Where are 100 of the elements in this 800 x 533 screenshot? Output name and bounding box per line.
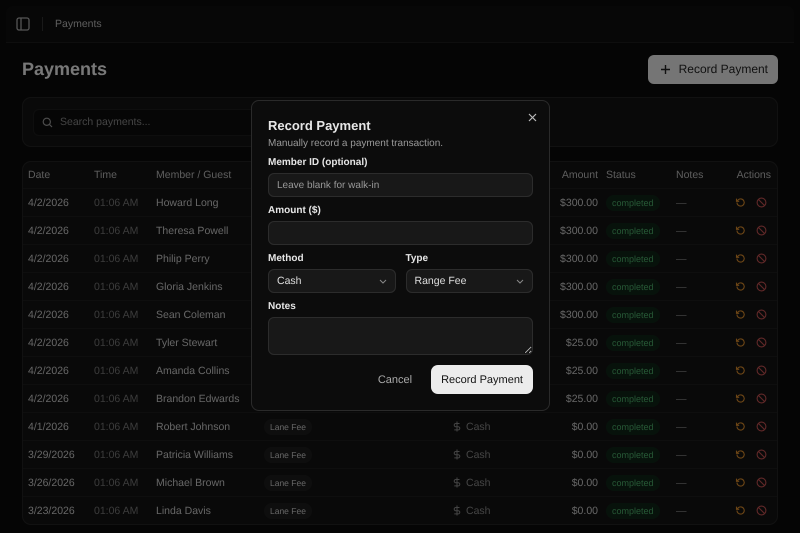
cancel-icon[interactable] — [756, 365, 767, 376]
table-cell-text: — — [676, 392, 688, 404]
field-label: Type — [406, 253, 430, 264]
cancel-icon[interactable] — [756, 393, 767, 404]
search-icon — [42, 116, 53, 128]
column-header: Date — [28, 169, 52, 181]
type-tag: Lane Fee — [264, 446, 312, 462]
column-header: Member / Guest — [156, 169, 232, 181]
column-header: Actions — [736, 169, 771, 181]
table-cell-text: $0.00 — [570, 420, 598, 432]
table-cell-text: 4/2/2026 — [28, 308, 70, 320]
table-cell-text: 3/29/2026 — [28, 448, 76, 460]
field-label: Notes — [268, 301, 297, 312]
table-cell-text: $0.00 — [570, 448, 598, 460]
table-cell-text: $0.00 — [570, 476, 598, 488]
table-cell-text: $300.00 — [559, 308, 598, 320]
cancel-icon[interactable] — [756, 281, 767, 292]
table-cell-text: 4/1/2026 — [28, 420, 70, 432]
table-cell-text: $25.00 — [564, 336, 598, 348]
submit-button[interactable]: Record Payment — [431, 365, 533, 394]
cancel-icon[interactable] — [756, 197, 767, 208]
amount-field[interactable] — [268, 221, 533, 245]
table-cell-text: $0.00 — [570, 504, 598, 516]
cancel-icon[interactable] — [756, 421, 767, 432]
record-payment-button[interactable]: Record Payment — [648, 54, 778, 84]
table-cell-text: — — [676, 252, 688, 264]
status-badge: completed — [606, 502, 660, 518]
cancel-icon[interactable] — [756, 337, 767, 348]
table-cell-text: 3/23/2026 — [28, 504, 76, 516]
undo-icon[interactable] — [735, 421, 746, 432]
status-badge: completed — [606, 222, 660, 238]
table-cell-text: Michael Brown — [156, 476, 226, 488]
dollar-icon — [453, 505, 461, 516]
undo-icon[interactable] — [735, 281, 746, 292]
dollar-icon — [453, 477, 461, 488]
table-cell-text: $300.00 — [559, 224, 598, 236]
status-badge: completed — [606, 250, 660, 266]
cancel-icon[interactable] — [756, 449, 767, 460]
undo-icon[interactable] — [735, 225, 746, 236]
table-cell-text: 4/2/2026 — [28, 196, 70, 208]
cancel-icon[interactable] — [756, 505, 767, 516]
type-select[interactable]: Range Fee — [406, 269, 533, 293]
status-badge: completed — [606, 194, 660, 210]
status-badge: completed — [606, 446, 660, 462]
cancel-icon[interactable] — [756, 253, 767, 264]
table-cell-text: — — [676, 364, 688, 376]
table-cell-text: — — [676, 476, 688, 488]
table-cell-text: Philip Perry — [156, 252, 211, 264]
plus-icon — [660, 64, 671, 74]
status-badge: completed — [606, 306, 660, 322]
field-label: Method — [268, 253, 305, 264]
undo-icon[interactable] — [735, 337, 746, 348]
chevron-down-icon — [378, 278, 386, 284]
method-select[interactable]: Cash — [268, 269, 396, 293]
close-icon[interactable] — [528, 113, 537, 122]
table-cell-text: Tyler Stewart — [156, 336, 218, 348]
type-tag: Lane Fee — [264, 502, 312, 518]
dollar-icon — [453, 449, 461, 460]
status-badge: completed — [606, 278, 660, 294]
table-cell-text: — — [676, 448, 688, 460]
table-cell-text: — — [676, 336, 688, 348]
undo-icon[interactable] — [735, 197, 746, 208]
table-cell-text: 4/2/2026 — [28, 252, 70, 264]
column-header: Time — [94, 169, 118, 181]
table-cell-text: $25.00 — [564, 392, 598, 404]
table-cell-text: — — [676, 420, 688, 432]
dialog-description: Manually record a payment transaction. — [268, 138, 444, 149]
cancel-icon[interactable] — [756, 477, 767, 488]
notes-field[interactable] — [268, 317, 533, 355]
table-cell-text: Amanda Collins — [156, 364, 231, 376]
status-badge: completed — [606, 418, 660, 434]
sidebar-toggle-icon[interactable] — [16, 17, 30, 31]
status-badge: completed — [606, 474, 660, 490]
undo-icon[interactable] — [735, 253, 746, 264]
table-cell-text: Gloria Jenkins — [156, 280, 224, 292]
cancel-icon[interactable] — [756, 225, 767, 236]
member-id-field[interactable]: Leave blank for walk-in — [268, 173, 533, 197]
undo-icon[interactable] — [735, 309, 746, 320]
undo-icon[interactable] — [735, 449, 746, 460]
table-cell-text: Patricia Williams — [156, 448, 234, 460]
undo-icon[interactable] — [735, 365, 746, 376]
undo-icon[interactable] — [735, 477, 746, 488]
type-tag: Lane Fee — [264, 418, 312, 434]
status-badge: completed — [606, 362, 660, 378]
status-badge: completed — [606, 334, 660, 350]
cancel-icon[interactable] — [756, 309, 767, 320]
table-cell-text: — — [676, 280, 688, 292]
table-cell-text: Sean Coleman — [156, 308, 226, 320]
table-cell-text: 4/2/2026 — [28, 392, 70, 404]
column-header: Status — [605, 169, 637, 181]
field-label: Member ID (optional) — [268, 157, 368, 168]
undo-icon[interactable] — [735, 393, 746, 404]
cancel-button[interactable]: Cancel — [374, 366, 416, 394]
type-tag: Lane Fee — [264, 474, 312, 490]
table-cell-text: $300.00 — [559, 252, 598, 264]
table-cell-text: 4/2/2026 — [28, 280, 70, 292]
column-header: Amount — [560, 169, 598, 181]
table-cell-text: 4/2/2026 — [28, 336, 70, 348]
table-cell-text: — — [676, 504, 688, 516]
undo-icon[interactable] — [735, 505, 746, 516]
